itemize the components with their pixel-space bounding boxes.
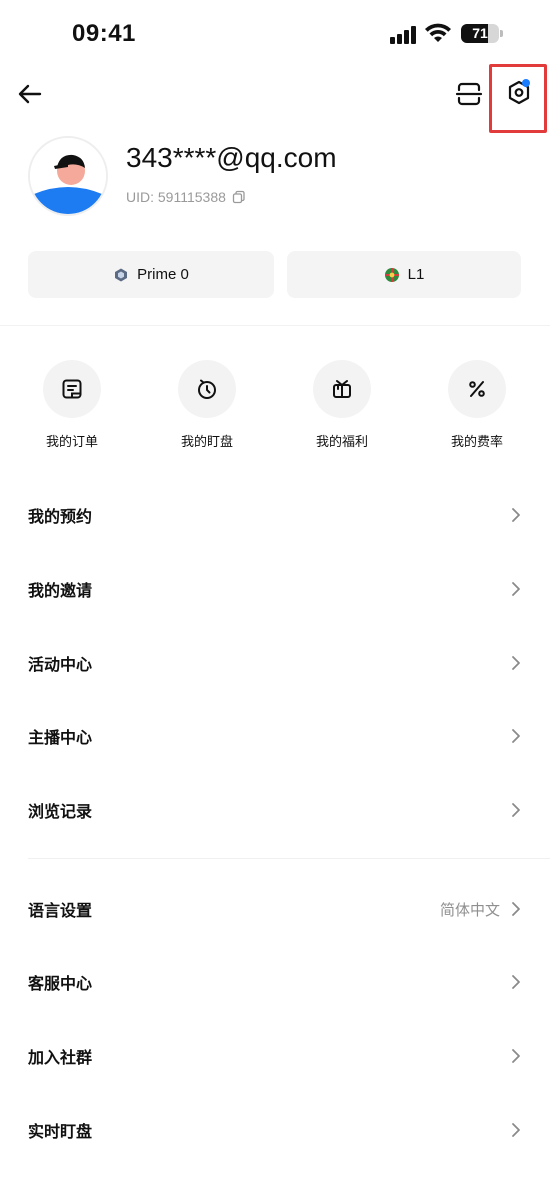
prime-badge-button[interactable]: Prime 0 bbox=[28, 251, 274, 298]
quick-action-circle bbox=[43, 360, 101, 418]
quick-action-watchlist[interactable]: 我的盯盘 bbox=[157, 360, 257, 450]
order-icon bbox=[62, 379, 82, 399]
language-value: 简体中文 bbox=[439, 901, 500, 919]
menu-item-history[interactable]: 浏览记录 bbox=[0, 780, 550, 840]
quick-action-label: 我的福利 bbox=[315, 435, 368, 450]
chevron-right-icon bbox=[512, 582, 520, 596]
quick-action-label: 我的费率 bbox=[450, 435, 503, 450]
section-divider bbox=[28, 858, 550, 859]
user-uid: UID: 591115388 bbox=[126, 189, 226, 205]
quick-action-benefits[interactable]: 我的福利 bbox=[292, 360, 392, 450]
chevron-right-icon bbox=[512, 656, 520, 670]
chevron-right-icon bbox=[512, 1123, 520, 1137]
menu-item-label: 我的预约 bbox=[28, 507, 93, 526]
globe-level-icon bbox=[384, 267, 399, 282]
menu-item-streamer-center[interactable]: 主播中心 bbox=[0, 706, 550, 766]
level-badge-button[interactable]: L1 bbox=[287, 251, 521, 298]
menu-item-label: 浏览记录 bbox=[28, 802, 93, 821]
menu-item-label: 我的邀请 bbox=[28, 581, 93, 600]
scan-icon[interactable] bbox=[452, 78, 486, 110]
timer-icon bbox=[198, 379, 216, 399]
chevron-right-icon bbox=[512, 1049, 520, 1063]
wifi-icon bbox=[425, 23, 451, 42]
menu-item-label: 客服中心 bbox=[28, 974, 93, 993]
level-badge-label: L1 bbox=[407, 266, 425, 283]
chevron-right-icon bbox=[512, 902, 520, 916]
quick-action-fees[interactable]: 我的费率 bbox=[427, 360, 527, 450]
menu-item-live-watch[interactable]: 实时盯盘 bbox=[0, 1100, 550, 1160]
profile-page: 09:41 71 343****@qq.com UID: 591115388 P… bbox=[0, 0, 550, 1186]
avatar-illustration bbox=[30, 138, 106, 214]
highlight-box bbox=[489, 64, 547, 133]
quick-action-circle bbox=[178, 360, 236, 418]
avatar[interactable] bbox=[28, 136, 108, 216]
chevron-right-icon bbox=[512, 729, 520, 743]
battery-level: 71 bbox=[472, 25, 488, 41]
chevron-right-icon bbox=[512, 975, 520, 989]
status-bar: 09:41 71 bbox=[0, 0, 550, 72]
arrow-left-icon[interactable] bbox=[14, 78, 46, 110]
menu-item-activity-center[interactable]: 活动中心 bbox=[0, 633, 550, 693]
quick-action-circle bbox=[313, 360, 371, 418]
menu-item-label: 活动中心 bbox=[28, 655, 93, 674]
menu-item-community[interactable]: 加入社群 bbox=[0, 1026, 550, 1086]
section-divider bbox=[0, 325, 550, 326]
menu-item-support[interactable]: 客服中心 bbox=[0, 952, 550, 1012]
chevron-right-icon bbox=[512, 508, 520, 522]
user-email: 343****@qq.com bbox=[126, 142, 337, 173]
signal-icon bbox=[390, 26, 418, 44]
menu-item-language[interactable]: 语言设置 简体中文 bbox=[0, 879, 550, 939]
battery-icon: 71 bbox=[461, 24, 499, 43]
chevron-right-icon bbox=[512, 803, 520, 817]
menu-item-reservations[interactable]: 我的预约 bbox=[0, 485, 550, 545]
menu-item-label: 语言设置 bbox=[28, 901, 93, 920]
battery-cap bbox=[500, 30, 503, 37]
prime-badge-label: Prime 0 bbox=[137, 266, 189, 283]
menu-item-invitations[interactable]: 我的邀请 bbox=[0, 559, 550, 619]
uid-row[interactable]: UID: 591115388 bbox=[126, 189, 246, 205]
quick-action-orders[interactable]: 我的订单 bbox=[22, 360, 122, 450]
menu-item-label: 加入社群 bbox=[28, 1048, 93, 1067]
gift-icon bbox=[333, 380, 351, 398]
status-time: 09:41 bbox=[72, 20, 136, 47]
percent-icon bbox=[469, 381, 485, 397]
quick-action-circle bbox=[448, 360, 506, 418]
menu-item-label: 主播中心 bbox=[28, 728, 93, 747]
menu-item-label: 实时盯盘 bbox=[28, 1122, 93, 1141]
quick-action-label: 我的盯盘 bbox=[180, 435, 233, 450]
prime-hexagon-icon bbox=[115, 268, 128, 281]
quick-action-label: 我的订单 bbox=[45, 435, 98, 450]
copy-icon[interactable] bbox=[232, 190, 246, 204]
